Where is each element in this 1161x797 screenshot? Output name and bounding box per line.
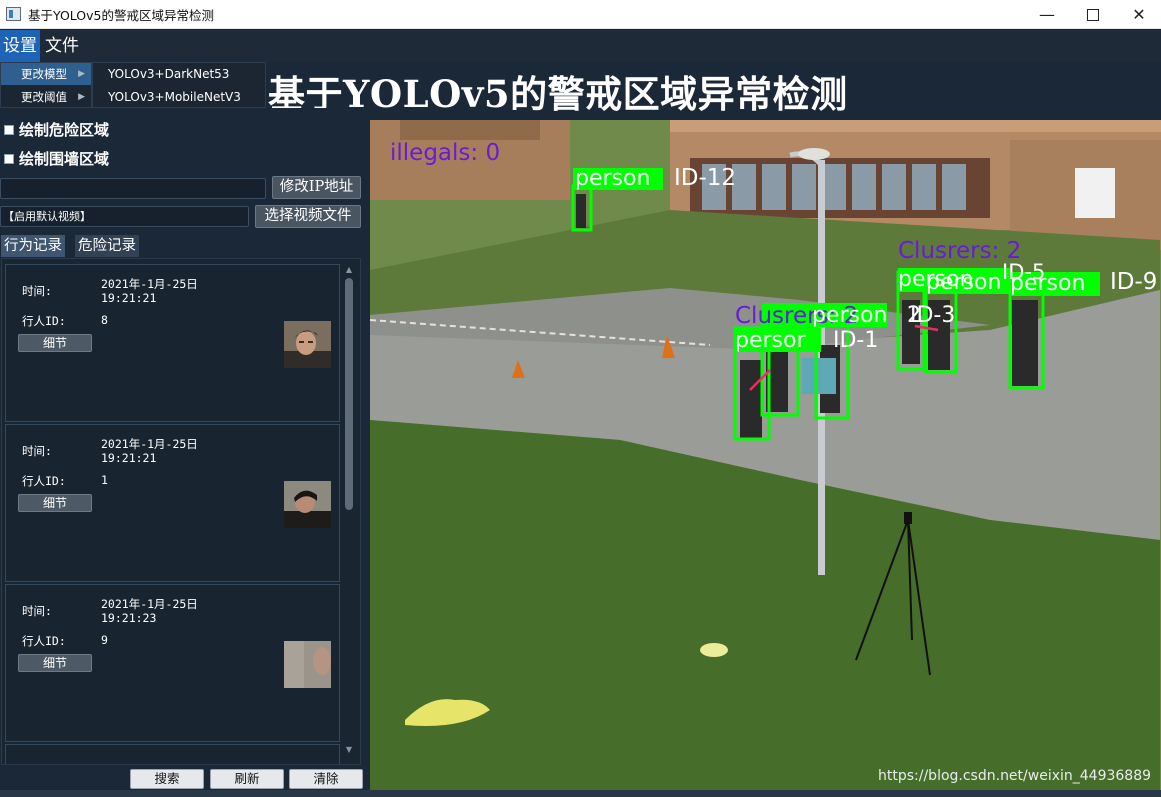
maximize-icon	[1087, 8, 1099, 21]
detection-label: persor	[735, 328, 806, 353]
menu-item-change-model[interactable]: 更改模型 ▶	[1, 63, 91, 85]
close-button[interactable]: ✕	[1116, 0, 1161, 29]
detection-label: person	[575, 166, 651, 191]
record-card: 时间: 2021年-1月-25日 19:21:21 行人ID: 8 细节	[5, 264, 340, 422]
white-van	[1075, 168, 1115, 218]
detail-button[interactable]: 细节	[18, 334, 92, 352]
close-icon: ✕	[1132, 5, 1146, 24]
detection-label: person	[812, 303, 888, 328]
minimize-button[interactable]: —	[1024, 0, 1070, 29]
menu-item-change-threshold[interactable]: 更改阈值 ▶	[1, 86, 91, 108]
change-ip-button[interactable]: 修改IP地址	[272, 176, 361, 199]
scroll-up-icon[interactable]: ▲	[343, 264, 355, 276]
maximize-button[interactable]	[1070, 0, 1116, 29]
draw-danger-checkbox[interactable]	[4, 125, 14, 135]
select-video-button[interactable]: 选择视频文件	[255, 205, 361, 228]
person-thumbnail[interactable]	[284, 641, 331, 688]
illegals-counter: illegals: 0	[390, 140, 501, 166]
menu-item-mobilenetv3[interactable]: YOLOv3+MobileNetV3	[93, 86, 265, 108]
menu-file[interactable]: 文件	[42, 30, 82, 62]
scroll-down-icon[interactable]: ▼	[343, 744, 355, 756]
person-thumbnail[interactable]	[284, 321, 331, 368]
video-frame	[370, 120, 1161, 790]
record-time: 19:21:21	[101, 451, 157, 465]
record-date: 2021年-1月-25日	[101, 277, 198, 291]
scrollbar-thumb[interactable]	[345, 278, 353, 510]
status-bar	[0, 790, 1161, 797]
detection-id: ID-5	[1002, 260, 1046, 284]
draw-danger-label: 绘制危险区域	[19, 121, 110, 139]
video-display: illegals: 0 person ID-12 Clusrers: 2 per…	[370, 120, 1161, 790]
app-icon	[6, 7, 21, 21]
detail-button[interactable]: 细节	[18, 494, 92, 512]
chevron-right-icon: ▶	[78, 69, 85, 79]
chevron-right-icon: ▶	[78, 92, 85, 102]
record-id: 9	[101, 633, 108, 647]
detection-id: ID-9	[1110, 269, 1158, 295]
menu-bar: 设置 文件	[0, 30, 1161, 62]
tab-behavior-records[interactable]: 行为记录	[1, 235, 65, 257]
record-time-label: 时间:	[22, 604, 52, 618]
detection-label: 2	[907, 303, 921, 328]
refresh-button[interactable]: 刷新	[210, 769, 284, 789]
menu-item-darknet53[interactable]: YOLOv3+DarkNet53	[93, 63, 265, 85]
settings-dropdown: 更改模型 ▶ 更改阈值 ▶	[0, 62, 92, 108]
record-id: 8	[101, 313, 108, 327]
record-id-label: 行人ID:	[22, 474, 66, 488]
record-id-label: 行人ID:	[22, 634, 66, 648]
menu-item-label: 更改模型	[21, 67, 67, 81]
draw-fence-checkbox[interactable]	[4, 154, 14, 164]
search-button[interactable]: 搜索	[130, 769, 204, 789]
title-bar: 基于YOLOv5的警戒区域异常检测 — ✕	[0, 0, 1161, 29]
ip-input[interactable]	[0, 178, 266, 199]
watermark: https://blog.csdn.net/weixin_44936889	[878, 768, 1152, 784]
record-time-label: 时间:	[22, 284, 52, 298]
record-date: 2021年-1月-25日	[101, 597, 198, 611]
person-figure	[576, 194, 586, 228]
record-time-label: 时间:	[22, 444, 52, 458]
detail-button[interactable]: 细节	[18, 654, 92, 672]
record-card: 时间: 2021年-1月-25日 19:21:21 行人ID: 1 细节	[5, 424, 340, 582]
menu-item-label: 更改阈值	[21, 90, 67, 104]
tab-danger-records[interactable]: 危险记录	[75, 235, 139, 257]
record-id-label: 行人ID:	[22, 314, 66, 328]
clear-button[interactable]: 清除	[289, 769, 363, 789]
record-card: 时间: 2021年-1月-25日 19:21:23 行人ID: 9 细节	[5, 584, 340, 742]
record-date: 2021年-1月-25日	[101, 437, 198, 451]
detection-label: person	[926, 270, 1002, 295]
record-time: 19:21:23	[101, 611, 157, 625]
person-thumbnail[interactable]	[284, 481, 331, 528]
draw-fence-label: 绘制围墙区域	[19, 150, 110, 168]
record-card	[5, 744, 340, 764]
menu-settings[interactable]: 设置	[0, 30, 40, 62]
record-time: 19:21:21	[101, 291, 157, 305]
records-list: 时间: 2021年-1月-25日 19:21:21 行人ID: 8 细节 时间:…	[1, 258, 361, 765]
minimize-icon: —	[1039, 5, 1055, 24]
window-title: 基于YOLOv5的警戒区域异常检测	[28, 8, 214, 23]
record-id: 1	[101, 473, 108, 487]
detection-id: ID-1	[833, 328, 879, 353]
video-path-input[interactable]: 【启用默认视频】	[0, 206, 249, 227]
detection-id: ID-12	[674, 165, 737, 191]
model-submenu: YOLOv3+DarkNet53 YOLOv3+MobileNetV3	[92, 62, 266, 108]
